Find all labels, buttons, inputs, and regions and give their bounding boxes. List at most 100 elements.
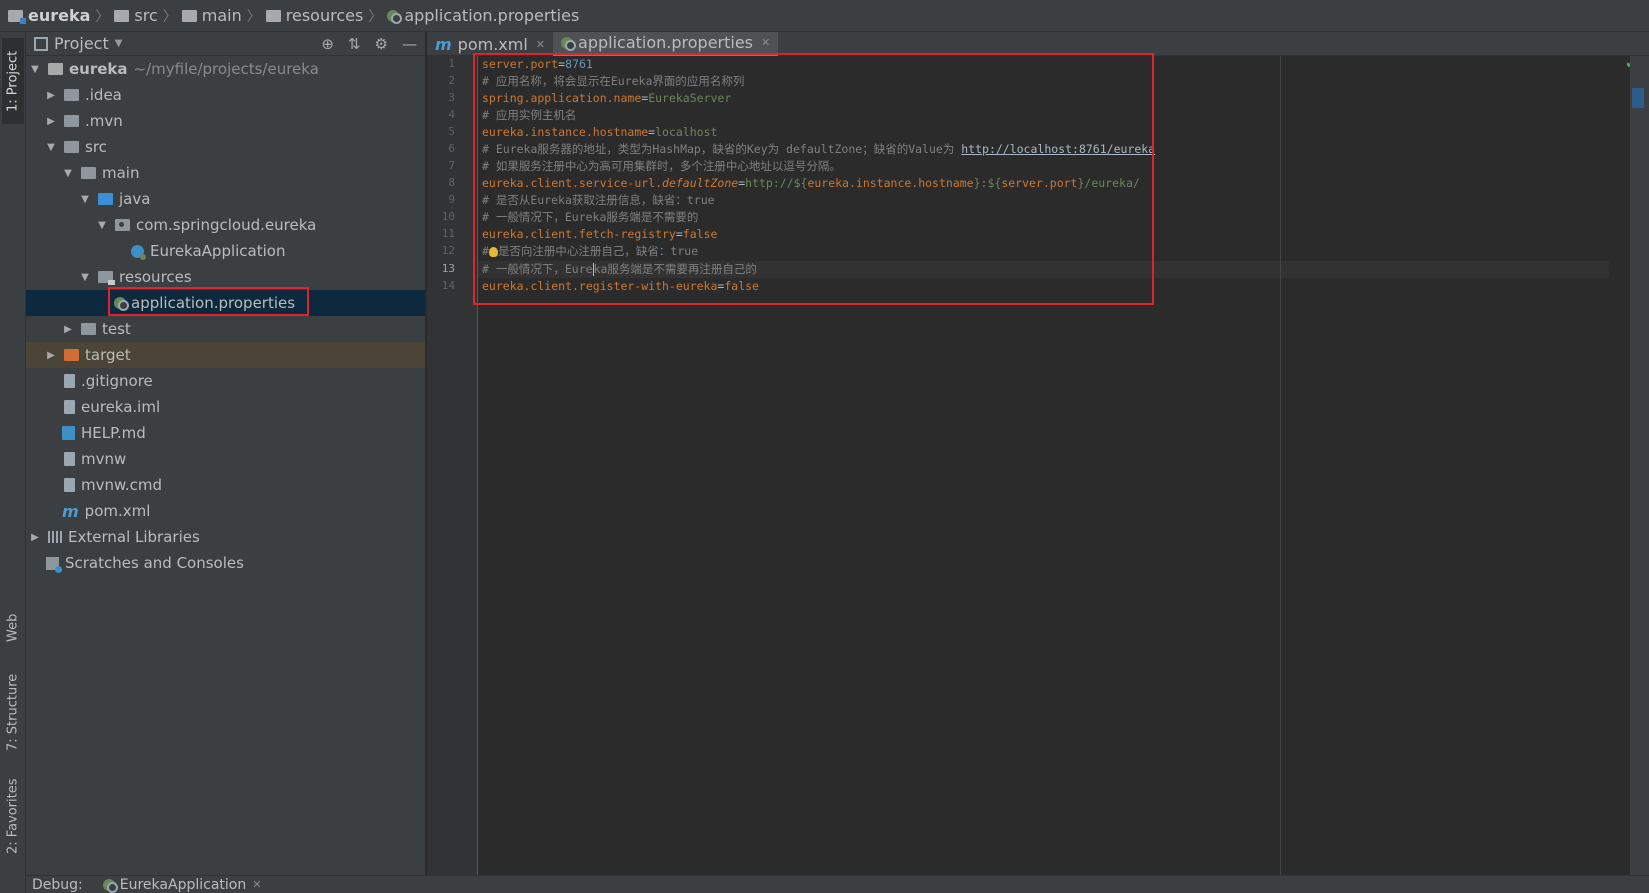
tree-item-eureka[interactable]: ▼ eureka ~/myfile/projects/eureka (26, 56, 425, 82)
tree-item-eureka-iml[interactable]: eureka.iml (26, 394, 425, 420)
source-folder-icon (98, 193, 113, 205)
code-line[interactable]: spring.application.name=EurekaServer (482, 90, 731, 107)
expanded-arrow-icon[interactable]: ▼ (97, 220, 107, 231)
tree-item-mvnw-cmd[interactable]: mvnw.cmd (26, 472, 425, 498)
tree-item-resources[interactable]: ▼ resources (26, 264, 425, 290)
breadcrumb-item-resources[interactable]: resources (265, 6, 363, 25)
debug-label[interactable]: Debug: (32, 877, 83, 893)
hide-icon[interactable]: — (402, 35, 417, 53)
tree-item-java[interactable]: ▼ java (26, 186, 425, 212)
expanded-arrow-icon[interactable]: ▼ (30, 64, 40, 75)
tree-item-package[interactable]: ▼ com.springcloud.eureka (26, 212, 425, 238)
tool-tab-favorites[interactable]: 2: Favorites (2, 772, 24, 860)
maven-icon: m (435, 34, 452, 54)
editor-tabs: m pom.xml ✕ application.properties ✕ (427, 32, 1649, 56)
tool-tab-web[interactable]: Web (2, 604, 24, 652)
left-tool-strip: 1: Project Web 7: Structure 2: Favorites (0, 32, 26, 893)
breadcrumb-item-main[interactable]: main (181, 6, 242, 25)
iml-file-icon (64, 400, 75, 414)
code-line[interactable]: # 是否从Eureka获取注册信息，缺省：true (482, 192, 715, 209)
gear-icon[interactable]: ⚙ (375, 35, 388, 53)
collapsed-arrow-icon[interactable]: ▶ (30, 532, 40, 543)
code-line[interactable]: # 应用实例主机名 (482, 107, 576, 124)
spring-boot-class-icon (131, 244, 146, 260)
close-icon[interactable]: ✕ (761, 36, 770, 49)
tree-item-application-properties[interactable]: application.properties (26, 290, 425, 316)
expanded-arrow-icon[interactable]: ▼ (80, 194, 90, 205)
tab-pom-xml[interactable]: m pom.xml ✕ (427, 32, 553, 56)
folder-icon (181, 9, 197, 22)
tree-item-external-libraries[interactable]: ▶ External Libraries (26, 524, 425, 550)
libraries-icon (48, 531, 62, 543)
tool-tab-structure[interactable]: 7: Structure (2, 666, 24, 758)
excluded-folder-icon (64, 349, 79, 361)
collapsed-arrow-icon[interactable]: ▶ (63, 324, 73, 335)
lightbulb-icon[interactable] (488, 246, 498, 257)
expanded-arrow-icon[interactable]: ▼ (46, 142, 56, 153)
folder-icon (64, 115, 79, 127)
tree-item-idea[interactable]: ▶ .idea (26, 82, 425, 108)
collapsed-arrow-icon[interactable]: ▶ (46, 116, 56, 127)
folder-icon (64, 89, 79, 101)
code-line[interactable]: # Eureka服务器的地址，类型为HashMap，缺省的Key为 defaul… (482, 141, 1155, 158)
code-line[interactable]: # 如果服务注册中心为高可用集群时，多个注册中心地址以逗号分隔。 (482, 158, 841, 175)
markdown-file-icon (62, 426, 75, 440)
maven-tool-tab[interactable] (1632, 88, 1644, 108)
tree-item-pom-xml[interactable]: m pom.xml (26, 498, 425, 524)
debug-session-tab[interactable]: EurekaApplication ✕ (102, 877, 261, 893)
code-line[interactable]: eureka.client.service-url.defaultZone=ht… (482, 175, 1140, 192)
code-line[interactable]: # 一般情况下，Eureka服务端是不需要的 (482, 209, 698, 226)
breadcrumb-item-eureka[interactable]: eureka (8, 6, 90, 25)
collapsed-arrow-icon[interactable]: ▶ (46, 90, 56, 101)
bottom-tool-bar: Debug: EurekaApplication ✕ (26, 875, 1649, 893)
project-view-selector[interactable]: Project (54, 34, 109, 53)
code-line[interactable]: server.port=8761 (482, 56, 593, 73)
code-line[interactable]: # 是否向注册中心注册自己，缺省：true (482, 243, 698, 260)
gitignore-file-icon (64, 374, 75, 388)
package-icon (115, 219, 130, 231)
tab-application-properties[interactable]: application.properties ✕ (553, 32, 779, 56)
chevron-down-icon[interactable]: ▼ (115, 38, 123, 49)
resources-folder-icon (98, 271, 115, 285)
code-line[interactable]: # 应用名称，将会显示在Eureka界面的应用名称列 (482, 73, 744, 90)
tree-item-main[interactable]: ▼ main (26, 160, 425, 186)
module-folder-icon (48, 63, 63, 75)
spring-properties-icon (561, 36, 577, 51)
tool-tab-project[interactable]: 1: Project (2, 38, 24, 124)
close-icon[interactable]: ✕ (536, 38, 545, 51)
line-number: 14 (441, 279, 455, 292)
collapse-all-icon[interactable]: ⇅ (348, 35, 361, 53)
project-panel: Project ▼ ⊕ ⇅ ⚙ — ▼ eureka ~/myfile/proj… (26, 32, 426, 875)
breadcrumb-item-application-properties[interactable]: application.properties (387, 6, 579, 25)
code-line[interactable]: eureka.client.register-with-eureka=false (482, 278, 759, 295)
line-number: 3 (448, 91, 455, 104)
chevron-right-icon: 〉 (162, 8, 177, 25)
chevron-right-icon: 〉 (368, 8, 383, 25)
expanded-arrow-icon[interactable]: ▼ (63, 168, 73, 179)
locate-icon[interactable]: ⊕ (321, 35, 334, 53)
tree-item-mvn[interactable]: ▶ .mvn (26, 108, 425, 134)
code-line[interactable]: # 一般情况下，Eureka服务端是不需要再注册自己的 (482, 261, 757, 278)
code-line[interactable]: eureka.instance.hostname=localhost (482, 124, 717, 141)
line-number: 12 (441, 244, 455, 257)
spring-boot-icon (102, 878, 118, 893)
tree-item-test[interactable]: ▶ test (26, 316, 425, 342)
close-icon[interactable]: ✕ (252, 878, 261, 891)
chevron-right-icon: 〉 (246, 8, 261, 25)
expanded-arrow-icon[interactable]: ▼ (80, 272, 90, 283)
breadcrumb-item-src[interactable]: src (114, 6, 158, 25)
url-link[interactable]: http://localhost:8761/eureka (961, 142, 1155, 156)
line-number-gutter: 1 2 3 4 5 6 7 8 9 10 11 12 13 14 (427, 56, 478, 875)
tree-item-src[interactable]: ▼ src (26, 134, 425, 160)
tree-item-mvnw[interactable]: mvnw (26, 446, 425, 472)
tree-item-eureka-application[interactable]: EurekaApplication (26, 238, 425, 264)
code-editor[interactable]: 1 2 3 4 5 6 7 8 9 10 11 12 13 14 server.… (427, 53, 1649, 875)
tree-item-gitignore[interactable]: .gitignore (26, 368, 425, 394)
maven-icon: m (62, 501, 79, 521)
tree-item-help-md[interactable]: HELP.md (26, 420, 425, 446)
code-line[interactable]: eureka.client.fetch-registry=false (482, 226, 717, 243)
tree-item-scratches[interactable]: Scratches and Consoles (26, 550, 425, 576)
collapsed-arrow-icon[interactable]: ▶ (46, 350, 56, 361)
tree-item-target[interactable]: ▶ target (26, 342, 425, 368)
project-panel-header: Project ▼ ⊕ ⇅ ⚙ — (26, 32, 425, 56)
